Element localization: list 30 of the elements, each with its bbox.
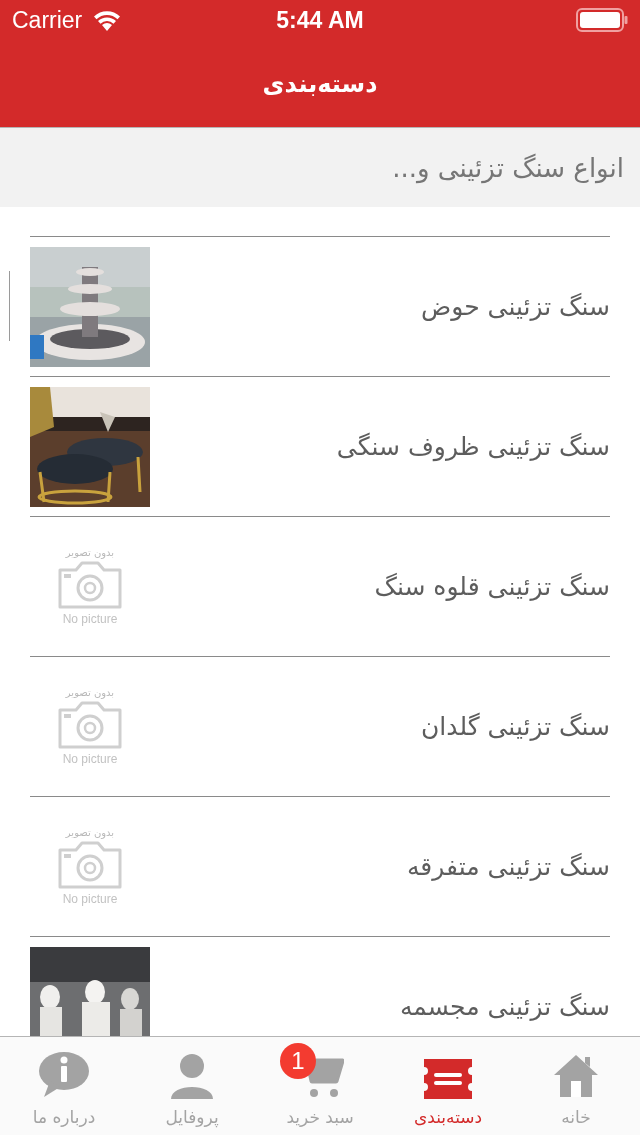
home-icon [552, 1053, 600, 1099]
screen-title: دسته‌بندی [262, 69, 378, 98]
category-row[interactable]: سنگ تزئینی ظروف سنگی [30, 376, 610, 516]
section-heading: انواع سنگ تزئینی و... [392, 152, 624, 183]
carrier-label: Carrier [12, 6, 83, 34]
category-title: سنگ تزئینی ظروف سنگی [336, 432, 610, 461]
category-title: سنگ تزئینی گلدان [421, 712, 610, 741]
category-title: سنگ تزئینی قلوه سنگ [374, 572, 610, 601]
category-row[interactable]: سنگ تزئینی حوض [30, 236, 610, 376]
placeholder-caption: No picture [62, 892, 118, 906]
scroll-indicator [9, 271, 10, 341]
placeholder-caption: No picture [62, 612, 118, 626]
info-icon [38, 1051, 90, 1099]
placeholder-caption: بدون تصویر [65, 687, 115, 698]
category-title: سنگ تزئینی متفرقه [406, 852, 610, 881]
person-icon [169, 1053, 215, 1099]
camera-icon [56, 560, 124, 610]
camera-icon [56, 840, 124, 890]
category-title: سنگ تزئینی مجسمه [399, 992, 610, 1021]
clock: 5:44 AM [275, 6, 365, 34]
wifi-icon [92, 9, 123, 31]
placeholder-caption: No picture [62, 752, 118, 766]
placeholder-caption: بدون تصویر [65, 827, 115, 838]
tab-bar-item[interactable]: دسته‌بندی [384, 1037, 512, 1135]
list-icon [422, 1059, 474, 1099]
camera-icon [56, 700, 124, 750]
battery-icon [576, 8, 628, 32]
placeholder-caption: بدون تصویر [65, 547, 115, 558]
category-title: سنگ تزئینی حوض [421, 292, 610, 321]
cart-count-badge: 1 [280, 1043, 316, 1079]
